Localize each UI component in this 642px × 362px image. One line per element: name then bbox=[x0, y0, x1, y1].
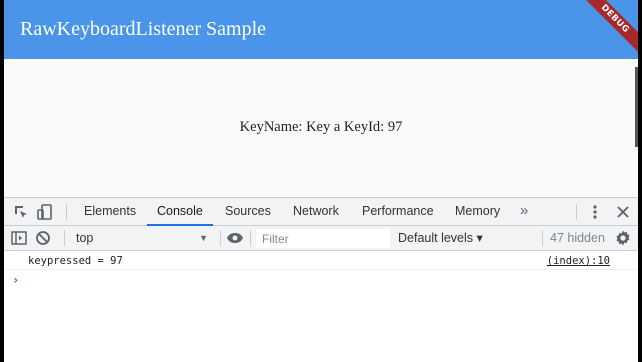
toolbar-separator bbox=[64, 230, 65, 246]
sidebar-toggle-icon[interactable] bbox=[10, 229, 28, 247]
console-output: keypressed = 97 (index):10 › bbox=[4, 251, 638, 362]
gear-icon[interactable] bbox=[614, 229, 632, 247]
device-toolbar-icon[interactable] bbox=[36, 203, 54, 221]
tab-console[interactable]: Console bbox=[147, 198, 213, 226]
filter-input[interactable] bbox=[256, 229, 390, 248]
toolbar-separator bbox=[542, 230, 543, 246]
console-message-source-link[interactable]: (index):10 bbox=[547, 255, 610, 267]
console-message: keypressed = 97 (index):10 bbox=[4, 251, 638, 270]
tab-performance[interactable]: Performance bbox=[352, 198, 444, 226]
log-levels-dropdown[interactable]: Default levels ▾ bbox=[398, 229, 483, 248]
key-readout: KeyName: Key a KeyId: 97 bbox=[239, 119, 403, 135]
tabbar-separator bbox=[66, 204, 67, 220]
console-toolbar: top ▼ Default levels ▾ 47 hidden bbox=[4, 226, 638, 251]
page-scrollbar[interactable] bbox=[635, 67, 638, 147]
context-select-value: top bbox=[76, 231, 94, 245]
console-message-text: keypressed = 97 bbox=[28, 255, 123, 267]
app-bar-title: RawKeyboardListener Sample bbox=[20, 18, 267, 40]
toolbar-separator bbox=[220, 230, 221, 246]
devtools-tabbar: Elements Console Sources Network Perform… bbox=[4, 198, 638, 226]
tab-memory[interactable]: Memory bbox=[445, 198, 510, 226]
tab-network[interactable]: Network bbox=[283, 198, 349, 226]
close-icon[interactable] bbox=[614, 203, 632, 221]
chevron-down-icon: ▼ bbox=[199, 233, 208, 243]
tab-elements[interactable]: Elements bbox=[74, 198, 146, 226]
inspect-element-icon[interactable] bbox=[12, 203, 30, 221]
eye-icon[interactable] bbox=[226, 229, 244, 247]
browser-window: RawKeyboardListener Sample DEBUG KeyName… bbox=[4, 0, 638, 362]
tabbar-separator bbox=[576, 204, 577, 220]
hidden-messages-count: 47 hidden bbox=[550, 231, 605, 245]
debug-banner: DEBUG bbox=[578, 0, 638, 56]
context-select[interactable]: top ▼ bbox=[72, 229, 212, 248]
toolbar-separator bbox=[250, 230, 251, 246]
app-bar: RawKeyboardListener Sample DEBUG bbox=[4, 0, 638, 59]
kebab-menu-icon[interactable] bbox=[586, 203, 604, 221]
more-tabs-button[interactable]: » bbox=[520, 198, 528, 226]
devtools-panel: Elements Console Sources Network Perform… bbox=[4, 197, 638, 362]
console-prompt[interactable]: › bbox=[12, 273, 19, 287]
tab-sources[interactable]: Sources bbox=[215, 198, 281, 226]
app-body: KeyName: Key a KeyId: 97 bbox=[4, 59, 638, 197]
clear-console-icon[interactable] bbox=[34, 229, 52, 247]
